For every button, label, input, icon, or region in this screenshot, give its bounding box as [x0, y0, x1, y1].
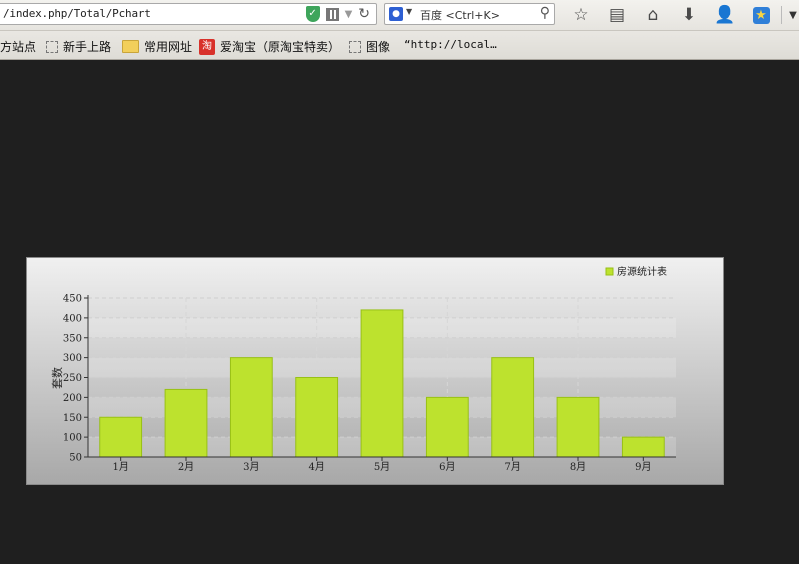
bar	[556, 396, 600, 458]
page-icon	[46, 40, 58, 53]
bar	[360, 309, 404, 458]
bar	[229, 357, 273, 458]
engine-dropdown-icon[interactable]: ▼	[406, 7, 412, 16]
legend: 房源统计表	[605, 265, 667, 278]
bookmark-item[interactable]: 淘 爱淘宝（原淘宝特卖）	[199, 38, 340, 55]
browser-toolbar: /index.php/Total/Pchart ✓ ▼ ↻ ● ▼ 百度 <Ct…	[0, 0, 799, 31]
y-tick-label: 350	[63, 333, 82, 344]
bookmark-item[interactable]: 方站点	[0, 38, 36, 55]
bar	[621, 436, 665, 458]
bookmark-item[interactable]: “http://local…	[404, 38, 497, 51]
download-icon[interactable]: ⬇	[671, 4, 707, 26]
y-tick-label: 150	[63, 413, 82, 424]
legend-swatch	[605, 267, 614, 276]
history-dropdown-icon[interactable]: ▼	[345, 9, 353, 20]
x-tick-label: 6月	[439, 461, 455, 473]
favorites-icon[interactable]: ★	[743, 4, 779, 26]
folder-icon	[122, 40, 139, 53]
baidu-paw-icon[interactable]: ●	[389, 7, 403, 21]
bar	[295, 377, 339, 458]
chart-image: 50 100 150 200 250 300 350 400 450 1月 2月 3月 4月 5月 6月 7…	[26, 257, 724, 485]
account-icon[interactable]: 👤	[707, 4, 743, 26]
y-tick-labels: 50 100 150 200 250 300 350 400 450	[63, 294, 82, 464]
bar	[164, 388, 208, 458]
search-bar[interactable]: ● ▼ 百度 <Ctrl+K> ⚲	[384, 3, 555, 25]
bookmark-label: 常用网址	[144, 40, 193, 54]
home-icon[interactable]: ⌂	[635, 4, 671, 26]
url-text[interactable]: /index.php/Total/Pchart	[3, 7, 151, 20]
bookmark-label: 爱淘宝（原淘宝特卖）	[220, 40, 341, 54]
search-icon[interactable]: ⚲	[540, 5, 550, 21]
reload-icon[interactable]: ↻	[358, 6, 370, 22]
search-input[interactable]: 百度 <Ctrl+K>	[420, 7, 500, 23]
x-tick-label: 5月	[374, 461, 390, 473]
bar	[99, 416, 143, 458]
toolbar-divider	[781, 6, 782, 24]
y-tick-label: 450	[63, 294, 82, 305]
bar	[491, 357, 535, 458]
y-tick-label: 200	[63, 393, 82, 404]
bookmarks-bar: 方站点 新手上路 常用网址 淘 爱淘宝（原淘宝特卖） 图像 “http://lo…	[0, 31, 799, 60]
y-tick-label: 100	[63, 433, 82, 444]
bookmark-item[interactable]: 新手上路	[46, 38, 111, 55]
reading-list-icon[interactable]: ▤	[599, 4, 635, 26]
x-tick-label: 9月	[635, 461, 651, 473]
bookmark-star-icon[interactable]: ☆	[563, 4, 599, 26]
y-axis-label: 套数	[51, 367, 64, 389]
y-tick-label: 400	[63, 313, 82, 324]
bookmark-item[interactable]: 常用网址	[122, 38, 192, 55]
x-tick-labels: 1月 2月 3月 4月 5月 6月 7月 8月 9月	[112, 461, 651, 473]
bookmark-label: 新手上路	[63, 40, 112, 54]
security-shield-icon[interactable]: ✓	[305, 6, 320, 22]
x-tick-label: 7月	[504, 461, 520, 473]
x-tick-label: 1月	[112, 461, 128, 473]
bookmark-label: “http://local…	[404, 38, 497, 51]
qr-code-icon[interactable]	[325, 7, 339, 21]
menu-dropdown-icon[interactable]: ▼	[784, 10, 799, 21]
bookmark-label: 方站点	[0, 40, 37, 54]
bar	[425, 396, 469, 458]
taobao-icon: 淘	[199, 38, 215, 55]
x-tick-label: 3月	[243, 461, 259, 473]
bookmark-label: 图像	[366, 40, 391, 54]
x-tick-label: 2月	[178, 461, 194, 473]
y-tick-label: 250	[63, 373, 82, 384]
page-icon	[349, 40, 361, 53]
y-tick-label: 50	[69, 453, 82, 464]
x-tick-label: 4月	[308, 461, 324, 473]
x-tick-label: 8月	[570, 461, 586, 473]
bookmark-item[interactable]: 图像	[349, 38, 390, 55]
bar-chart: 50 100 150 200 250 300 350 400 450 1月 2月 3月 4月 5月 6月 7…	[51, 265, 676, 473]
address-bar[interactable]: /index.php/Total/Pchart ✓ ▼ ↻	[0, 3, 377, 25]
legend-label: 房源统计表	[617, 265, 667, 278]
y-tick-label: 300	[63, 353, 82, 364]
